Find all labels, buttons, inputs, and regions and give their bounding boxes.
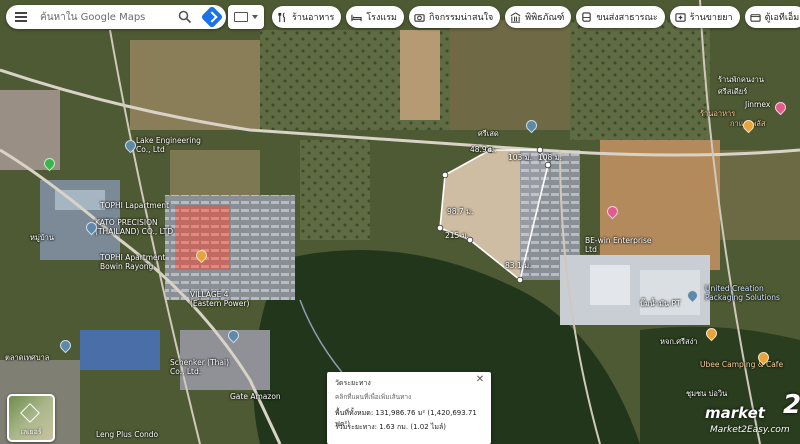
place-label[interactable]: TOPHI Apartment Bowin Rayong <box>100 253 165 271</box>
place-label[interactable]: ร้านพักคนงาน ศรีสเดียร์ <box>718 74 764 98</box>
search-box <box>6 5 226 29</box>
watermark-logo: market 2 <box>705 390 800 422</box>
place-label[interactable]: Jinmex <box>745 100 770 109</box>
fork-knife-icon <box>278 11 285 22</box>
watermark-site: Market2Easy.com <box>710 425 790 435</box>
place-label[interactable]: ชุมชน บ่อวิน <box>686 388 727 400</box>
museum-icon <box>510 11 521 23</box>
segment-label: 108 ม. <box>538 153 563 162</box>
segment-label: 48.9 ม. <box>470 145 497 154</box>
segment-label: 103 ม. <box>508 153 533 162</box>
segment-label: 98.7 ม. <box>447 207 474 216</box>
menu-icon[interactable] <box>10 5 32 29</box>
bed-icon <box>351 14 362 21</box>
chip-transit[interactable]: ขนส่งสาธารณะ <box>576 6 665 28</box>
close-icon[interactable]: ✕ <box>474 374 486 386</box>
chip-things-to-do[interactable]: กิจกรรมน่าสนใจ <box>408 6 501 28</box>
layers-label: เลเยอร์ <box>20 428 42 436</box>
place-label[interactable]: BE-win Enterprise Ltd <box>585 236 652 254</box>
place-label[interactable]: หมู่บ้าน <box>30 232 54 244</box>
measure-title: วัดระยะทาง <box>335 379 371 387</box>
place-label[interactable]: KATO PRECISION (THAILAND) CO., LTD <box>95 218 173 236</box>
place-label[interactable]: Gate Amazon <box>230 392 281 401</box>
atm-icon <box>749 13 761 22</box>
chevron-down-icon <box>252 15 258 19</box>
layers-button[interactable]: เลเยอร์ <box>7 394 55 442</box>
keyboard-icon <box>234 12 248 22</box>
input-tools-button[interactable] <box>228 5 264 29</box>
place-label[interactable]: United Creation Packaging Solutions <box>705 284 780 302</box>
search-icon[interactable] <box>176 8 194 26</box>
measure-distance: รวมระยะทาง: 1.63 กม. (1.02 ไมล์) <box>335 423 447 431</box>
place-label[interactable]: TOPHI Lapartment <box>100 201 169 210</box>
chip-atms[interactable]: ตู้เอทีเอ็ม <box>744 6 800 28</box>
place-label[interactable]: Schenker (Thai) Co., Ltd. <box>170 358 229 376</box>
place-label[interactable]: ปั๊มน้ำมัน PT <box>640 298 681 310</box>
camera-icon <box>414 13 425 22</box>
chip-hotels[interactable]: โรงแรม <box>346 6 404 28</box>
chip-pharmacies[interactable]: ร้านขายยา <box>669 6 740 28</box>
category-chips: ร้านอาหาร โรงแรม กิจกรรมน่าสนใจ พิพิธภัณ… <box>272 6 800 28</box>
place-label[interactable]: Lake Engineering Co., Ltd <box>136 136 201 154</box>
measure-distance-card: วัดระยะทาง ✕ คลิกที่แผนที่เพื่อเพิ่มเส้น… <box>327 372 491 444</box>
chip-restaurants[interactable]: ร้านอาหาร <box>272 6 342 28</box>
place-label[interactable]: Ubee Camping & Cafe <box>700 360 783 369</box>
place-label[interactable]: VILLAGE 4 (Eastern Power) <box>190 290 249 308</box>
pharmacy-icon <box>675 12 686 22</box>
chip-museums[interactable]: พิพิธภัณฑ์ <box>505 6 572 28</box>
directions-icon[interactable] <box>200 5 224 29</box>
layers-icon <box>20 403 40 423</box>
place-label[interactable]: ศรีเสด <box>478 128 499 140</box>
bus-icon <box>582 11 592 22</box>
segment-label: 83.1 ม. <box>505 261 532 270</box>
search-input[interactable] <box>38 10 174 24</box>
place-label[interactable]: ตลาดเทศบาล <box>5 352 49 364</box>
measure-hint: คลิกที่แผนที่เพื่อเพิ่มเส้นทาง <box>335 393 412 401</box>
place-label[interactable]: Leng Plus Condo <box>96 430 158 439</box>
segment-label: 215 ม. <box>445 231 470 240</box>
place-label[interactable]: หจก.ศรีสง่า <box>660 336 698 348</box>
place-label[interactable]: ร้านอาหาร <box>700 108 735 120</box>
